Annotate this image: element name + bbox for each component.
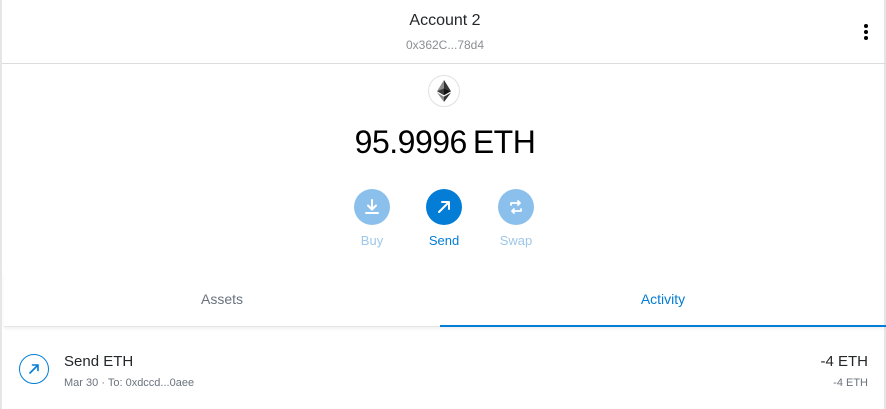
transaction-details: Mar 30 · To: 0xdccd...0aee bbox=[64, 377, 194, 389]
balance-display: 95.9996 ETH bbox=[2, 124, 886, 161]
transaction-date: Mar 30 bbox=[64, 377, 99, 389]
transaction-list-item[interactable]: Send ETH Mar 30 · To: 0xdccd...0aee -4 E… bbox=[4, 340, 886, 409]
tab-bar: Assets Activity bbox=[4, 272, 886, 327]
action-buttons: Buy Send Swap bbox=[2, 189, 886, 253]
tab-activity[interactable]: Activity bbox=[440, 272, 886, 327]
send-button[interactable]: Send bbox=[414, 189, 474, 248]
swap-label: Swap bbox=[499, 233, 533, 248]
transaction-amount: -4 ETH bbox=[820, 353, 868, 370]
transaction-title: Send ETH bbox=[64, 353, 134, 370]
send-label: Send bbox=[428, 233, 460, 248]
account-address[interactable]: 0x362C...78d4 bbox=[2, 38, 886, 52]
account-name[interactable]: Account 2 bbox=[2, 12, 886, 30]
kebab-dot bbox=[864, 36, 868, 40]
account-header: Account 2 0x362C...78d4 bbox=[2, 0, 886, 64]
transaction-secondary-amount: -4 ETH bbox=[833, 377, 868, 389]
arrow-up-right-icon bbox=[426, 189, 462, 225]
buy-label: Buy bbox=[360, 233, 384, 248]
buy-button[interactable]: Buy bbox=[342, 189, 402, 248]
kebab-menu-icon[interactable] bbox=[859, 22, 873, 42]
swap-arrows-icon bbox=[498, 189, 534, 225]
transaction-separator: · bbox=[101, 377, 105, 389]
swap-button[interactable]: Swap bbox=[486, 189, 546, 248]
arrow-up-right-icon bbox=[19, 354, 49, 384]
kebab-dot bbox=[864, 24, 868, 28]
kebab-dot bbox=[864, 30, 868, 34]
tab-assets[interactable]: Assets bbox=[4, 272, 440, 327]
download-icon bbox=[354, 189, 390, 225]
balance-amount: 95.9996 bbox=[354, 124, 468, 160]
transaction-recipient: To: 0xdccd...0aee bbox=[107, 377, 195, 389]
balance-unit: ETH bbox=[472, 124, 536, 160]
ethereum-icon bbox=[428, 75, 460, 107]
wallet-window: Account 2 0x362C...78d4 95.9996 ETH Buy … bbox=[0, 0, 886, 409]
